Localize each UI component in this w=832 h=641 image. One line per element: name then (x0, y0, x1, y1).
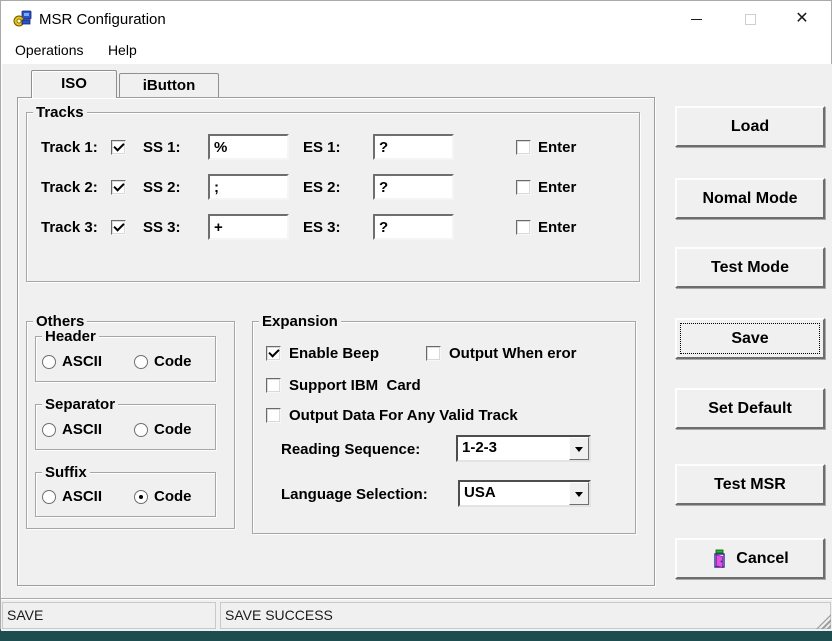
iso-tab-panel: Tracks Track 1: SS 1: ES 1: Enter Track … (17, 97, 655, 586)
others-groupbox: Others Header ASCII Code Separator ASCII (26, 321, 235, 529)
separator-code-label: Code (154, 421, 192, 438)
normal-mode-button[interactable]: Nomal Mode (675, 178, 825, 219)
client-area: ISO iButton Tracks Track 1: SS 1: ES 1: … (2, 64, 832, 598)
ss1-input[interactable] (208, 134, 289, 160)
minimize-icon (691, 19, 702, 20)
support-ibm-card-checkbox[interactable] (266, 378, 281, 393)
es2-label: ES 2: (303, 179, 341, 196)
enable-beep-label: Enable Beep (289, 345, 379, 362)
status-bar: SAVE SAVE SUCCESS (1, 598, 832, 631)
suffix-ascii-radio[interactable] (42, 490, 56, 504)
suffix-ascii-label: ASCII (62, 488, 102, 505)
cancel-button-label: Cancel (736, 540, 788, 577)
expansion-groupbox: Expansion Enable Beep Output When eror S… (252, 321, 636, 534)
header-ascii-label: ASCII (62, 353, 102, 370)
suffix-code-label: Code (154, 488, 192, 505)
header-ascii-radio[interactable] (42, 355, 56, 369)
enter1-checkbox[interactable] (516, 140, 531, 155)
support-ibm-card-label: Support IBM Card (289, 377, 421, 394)
track2-label: Track 2: (41, 179, 98, 196)
expansion-group-label: Expansion (259, 313, 341, 330)
es1-input[interactable] (373, 134, 454, 160)
reading-sequence-value: 1-2-3 (462, 439, 497, 456)
enter2-label: Enter (538, 179, 576, 196)
ss2-label: SS 2: (143, 179, 181, 196)
cancel-button[interactable]: Cancel (675, 538, 825, 579)
status-panel-save: SAVE (2, 602, 216, 629)
separator-code-radio[interactable] (134, 423, 148, 437)
ss3-input[interactable] (208, 214, 289, 240)
separator-group-label: Separator (42, 396, 118, 413)
suffix-groupbox: Suffix ASCII Code (35, 472, 216, 517)
ss3-label: SS 3: (143, 219, 181, 236)
menu-operations[interactable]: Operations (5, 38, 93, 62)
suffix-code-radio[interactable] (134, 490, 148, 504)
enter1-label: Enter (538, 139, 576, 156)
test-msr-button[interactable]: Test MSR (675, 464, 825, 505)
maximize-button[interactable] (727, 1, 773, 38)
tab-iso[interactable]: ISO (31, 70, 117, 98)
minimize-button[interactable] (673, 1, 719, 38)
test-mode-button[interactable]: Test Mode (675, 247, 825, 288)
header-groupbox: Header ASCII Code (35, 336, 216, 382)
menu-help[interactable]: Help (98, 38, 147, 62)
track3-label: Track 3: (41, 219, 98, 236)
load-button[interactable]: Load (675, 106, 825, 147)
es3-input[interactable] (373, 214, 454, 240)
desktop-background: MSR Configuration ✕ Operations Help ISO … (0, 0, 832, 641)
header-code-radio[interactable] (134, 355, 148, 369)
maximize-icon (745, 14, 756, 25)
desktop-strip (0, 630, 832, 641)
status-panel-message: SAVE SUCCESS (220, 602, 831, 629)
output-when-error-label: Output When eror (449, 345, 577, 362)
output-when-error-checkbox[interactable] (426, 346, 441, 361)
header-group-label: Header (42, 328, 99, 345)
es1-label: ES 1: (303, 139, 341, 156)
output-any-valid-track-checkbox[interactable] (266, 408, 281, 423)
suffix-group-label: Suffix (42, 464, 90, 481)
exit-door-icon (711, 549, 729, 569)
tracks-group-label: Tracks (33, 104, 87, 121)
ss2-input[interactable] (208, 174, 289, 200)
language-selection-dropdown-icon[interactable] (569, 482, 589, 505)
enter3-checkbox[interactable] (516, 220, 531, 235)
window-title: MSR Configuration (39, 1, 166, 38)
reading-sequence-label: Reading Sequence: (281, 441, 420, 458)
track2-checkbox[interactable] (111, 180, 126, 195)
language-selection-combo[interactable]: USA (458, 480, 591, 507)
enter2-checkbox[interactable] (516, 180, 531, 195)
close-button[interactable]: ✕ (779, 1, 825, 38)
output-any-valid-track-label: Output Data For Any Valid Track (289, 407, 518, 424)
menu-bar: Operations Help (1, 38, 831, 64)
reading-sequence-combo[interactable]: 1-2-3 (456, 435, 591, 462)
track1-checkbox[interactable] (111, 140, 126, 155)
track3-checkbox[interactable] (111, 220, 126, 235)
save-button[interactable]: Save (675, 318, 825, 359)
tracks-groupbox: Tracks Track 1: SS 1: ES 1: Enter Track … (26, 112, 640, 282)
es3-label: ES 3: (303, 219, 341, 236)
language-selection-label: Language Selection: (281, 486, 428, 503)
header-code-label: Code (154, 353, 192, 370)
set-default-button[interactable]: Set Default (675, 388, 825, 429)
app-icon (13, 9, 33, 29)
es2-input[interactable] (373, 174, 454, 200)
ss1-label: SS 1: (143, 139, 181, 156)
enable-beep-checkbox[interactable] (266, 346, 281, 361)
separator-groupbox: Separator ASCII Code (35, 404, 216, 450)
track1-label: Track 1: (41, 139, 98, 156)
close-icon: ✕ (795, 10, 808, 27)
tab-ibutton[interactable]: iButton (119, 73, 219, 98)
language-selection-value: USA (464, 484, 496, 501)
msr-configuration-window: MSR Configuration ✕ Operations Help ISO … (0, 0, 832, 630)
reading-sequence-dropdown-icon[interactable] (569, 437, 589, 460)
separator-ascii-radio[interactable] (42, 423, 56, 437)
enter3-label: Enter (538, 219, 576, 236)
title-bar[interactable]: MSR Configuration ✕ (1, 1, 831, 38)
separator-ascii-label: ASCII (62, 421, 102, 438)
